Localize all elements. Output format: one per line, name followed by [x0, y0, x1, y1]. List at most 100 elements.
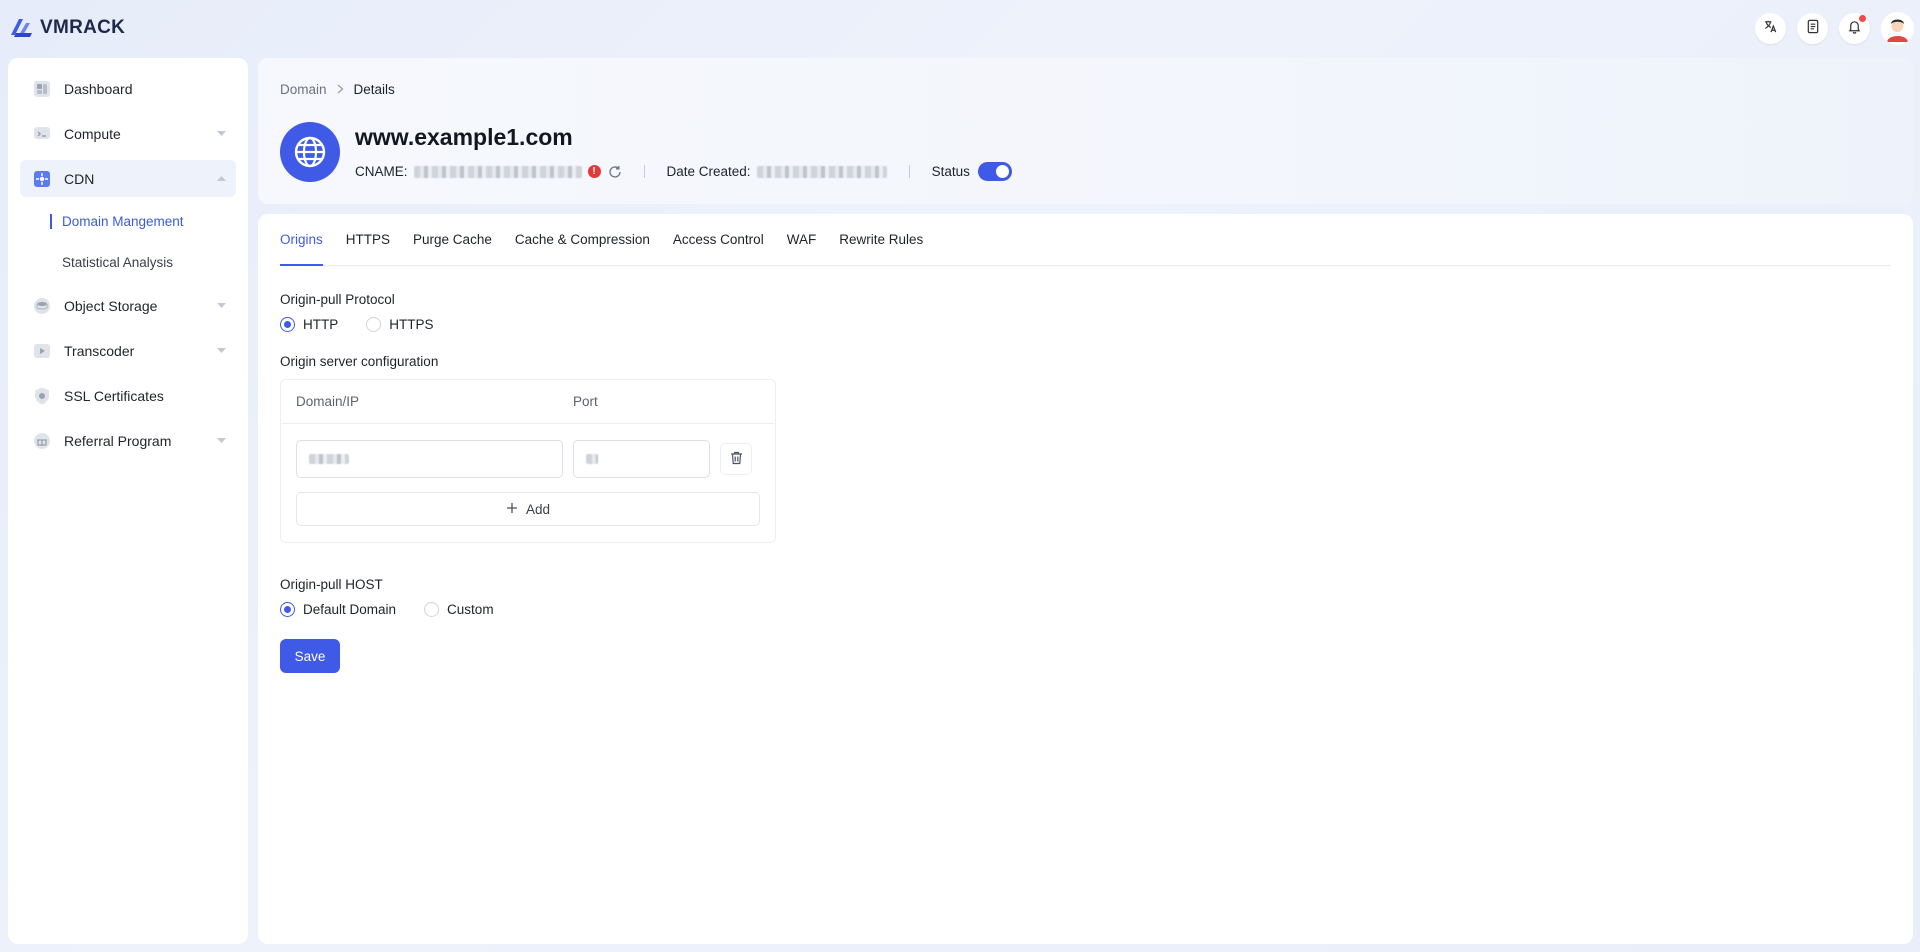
chevron-down-icon: [216, 436, 226, 446]
origin-table-header: Domain/IP Port: [281, 380, 775, 424]
cname-value-redacted: [413, 165, 582, 178]
port-value-redacted: [586, 454, 598, 464]
tab-waf[interactable]: WAF: [787, 213, 817, 265]
origin-protocol-title: Origin-pull Protocol: [280, 292, 395, 307]
column-port: Port: [573, 394, 598, 409]
protocol-http-radio[interactable]: HTTP: [280, 317, 338, 332]
globe-icon: [280, 122, 340, 182]
breadcrumb-domain[interactable]: Domain: [280, 82, 327, 97]
radio-checked-icon: [280, 602, 295, 617]
port-input[interactable]: [573, 440, 710, 478]
tab-purge-cache[interactable]: Purge Cache: [413, 213, 492, 265]
radio-unchecked-icon: [424, 602, 440, 617]
sidebar-item-label: Dashboard: [64, 80, 133, 97]
page-title: www.example1.com: [355, 124, 573, 150]
chevron-down-icon: [216, 346, 226, 356]
sidebar-item-label: CDN: [64, 170, 95, 187]
chevron-down-icon: [216, 129, 226, 139]
translate-icon: [1763, 19, 1778, 37]
domain-ip-input[interactable]: [296, 440, 563, 478]
trash-icon: [730, 451, 743, 468]
cdn-icon: [32, 169, 52, 189]
column-domain-ip: Domain/IP: [296, 394, 360, 409]
domain-header: Domain Details www.example1.com CNAME: !…: [258, 58, 1913, 204]
delete-origin-button[interactable]: [720, 443, 752, 475]
refresh-icon[interactable]: [608, 165, 622, 179]
sidebar-item-label: Object Storage: [64, 297, 158, 314]
logo[interactable]: VMRACK: [8, 15, 125, 41]
top-bar: VMRACK: [0, 0, 1920, 56]
sidebar-subitem-label: Domain Mangement: [62, 214, 184, 229]
radio-unchecked-icon: [366, 317, 382, 332]
host-custom-radio[interactable]: Custom: [424, 602, 494, 617]
add-origin-label: Add: [525, 501, 551, 517]
divider: [643, 165, 645, 178]
host-default-domain-radio[interactable]: Default Domain: [280, 602, 396, 617]
date-created-label: Date Created:: [666, 164, 751, 179]
sidebar-item-compute[interactable]: Compute: [20, 115, 236, 152]
ssl-icon: [32, 386, 52, 406]
origin-host-radio-group: Default Domain Custom: [280, 602, 1891, 617]
sidebar-item-cdn[interactable]: CDN: [20, 160, 236, 197]
sidebar-item-dashboard[interactable]: Dashboard: [20, 70, 236, 107]
sidebar-item-label: Referral Program: [64, 432, 172, 449]
date-created-redacted: [756, 165, 887, 178]
tab-bar: Origins HTTPS Purge Cache Cache & Compre…: [280, 214, 1891, 266]
sidebar: Dashboard Compute CDN Domain Mangement S…: [8, 58, 248, 944]
document-icon: [1806, 19, 1820, 37]
sidebar-item-ssl-certificates[interactable]: SSL Certificates: [20, 377, 236, 414]
origin-protocol-section: Origin-pull Protocol HTTP HTTPS: [280, 292, 1891, 332]
documents-button[interactable]: [1797, 12, 1828, 44]
origin-table-body: Add: [281, 424, 775, 542]
dashboard-icon: [32, 79, 52, 99]
origin-protocol-radio-group: HTTP HTTPS: [280, 317, 1891, 332]
bell-icon: [1847, 19, 1862, 37]
radio-label: HTTP: [303, 317, 339, 332]
compute-icon: [32, 124, 52, 144]
top-actions: [1755, 11, 1914, 45]
origin-host-title: Origin-pull HOST: [280, 577, 383, 592]
sidebar-subitem-statistical-analysis[interactable]: Statistical Analysis: [20, 246, 236, 279]
plus-icon: [506, 502, 518, 517]
warning-icon[interactable]: !: [587, 165, 601, 178]
radio-checked-icon: [280, 317, 295, 332]
chevron-right-icon: [337, 83, 344, 97]
cname-label: CNAME:: [355, 164, 408, 179]
sidebar-item-label: Compute: [64, 125, 121, 142]
tab-rewrite-rules[interactable]: Rewrite Rules: [839, 213, 923, 265]
chevron-down-icon: [216, 301, 226, 311]
tab-access-control[interactable]: Access Control: [673, 213, 764, 265]
origin-server-section: Origin server configuration Domain/IP Po…: [280, 354, 1891, 543]
form-actions: Save: [280, 639, 1891, 673]
sidebar-item-label: Transcoder: [64, 342, 135, 359]
radio-label: Default Domain: [303, 602, 397, 617]
avatar[interactable]: [1881, 11, 1914, 45]
origin-host-section: Origin-pull HOST Default Domain Custom: [280, 577, 1891, 617]
divider: [908, 165, 910, 178]
sidebar-subitem-label: Statistical Analysis: [62, 255, 174, 270]
logo-text: VMRACK: [40, 17, 126, 38]
sidebar-subitem-domain-management[interactable]: Domain Mangement: [20, 205, 236, 238]
breadcrumb-details: Details: [353, 82, 395, 97]
chevron-up-icon: [216, 174, 226, 184]
sidebar-item-transcoder[interactable]: Transcoder: [20, 332, 236, 369]
notifications-button[interactable]: [1839, 12, 1870, 44]
tab-https[interactable]: HTTPS: [346, 213, 390, 265]
referral-icon: [32, 431, 52, 451]
notification-badge: [1859, 14, 1866, 22]
protocol-https-radio[interactable]: HTTPS: [366, 317, 434, 332]
vmrack-logo-icon: [8, 15, 36, 41]
add-origin-button[interactable]: Add: [296, 492, 760, 526]
tab-origins[interactable]: Origins: [280, 213, 323, 266]
tab-cache-compression[interactable]: Cache & Compression: [515, 213, 650, 265]
domain-meta: CNAME: ! Date Created: Status: [355, 162, 1012, 181]
sidebar-item-referral-program[interactable]: Referral Program: [20, 422, 236, 459]
sidebar-item-object-storage[interactable]: Object Storage: [20, 287, 236, 324]
sidebar-item-label: SSL Certificates: [64, 387, 164, 404]
status-toggle[interactable]: [977, 162, 1012, 181]
language-button[interactable]: [1755, 12, 1786, 44]
radio-label: HTTPS: [389, 317, 434, 332]
storage-icon: [32, 296, 52, 316]
save-button[interactable]: Save: [280, 639, 340, 673]
origin-server-table: Domain/IP Port Add: [280, 379, 776, 543]
